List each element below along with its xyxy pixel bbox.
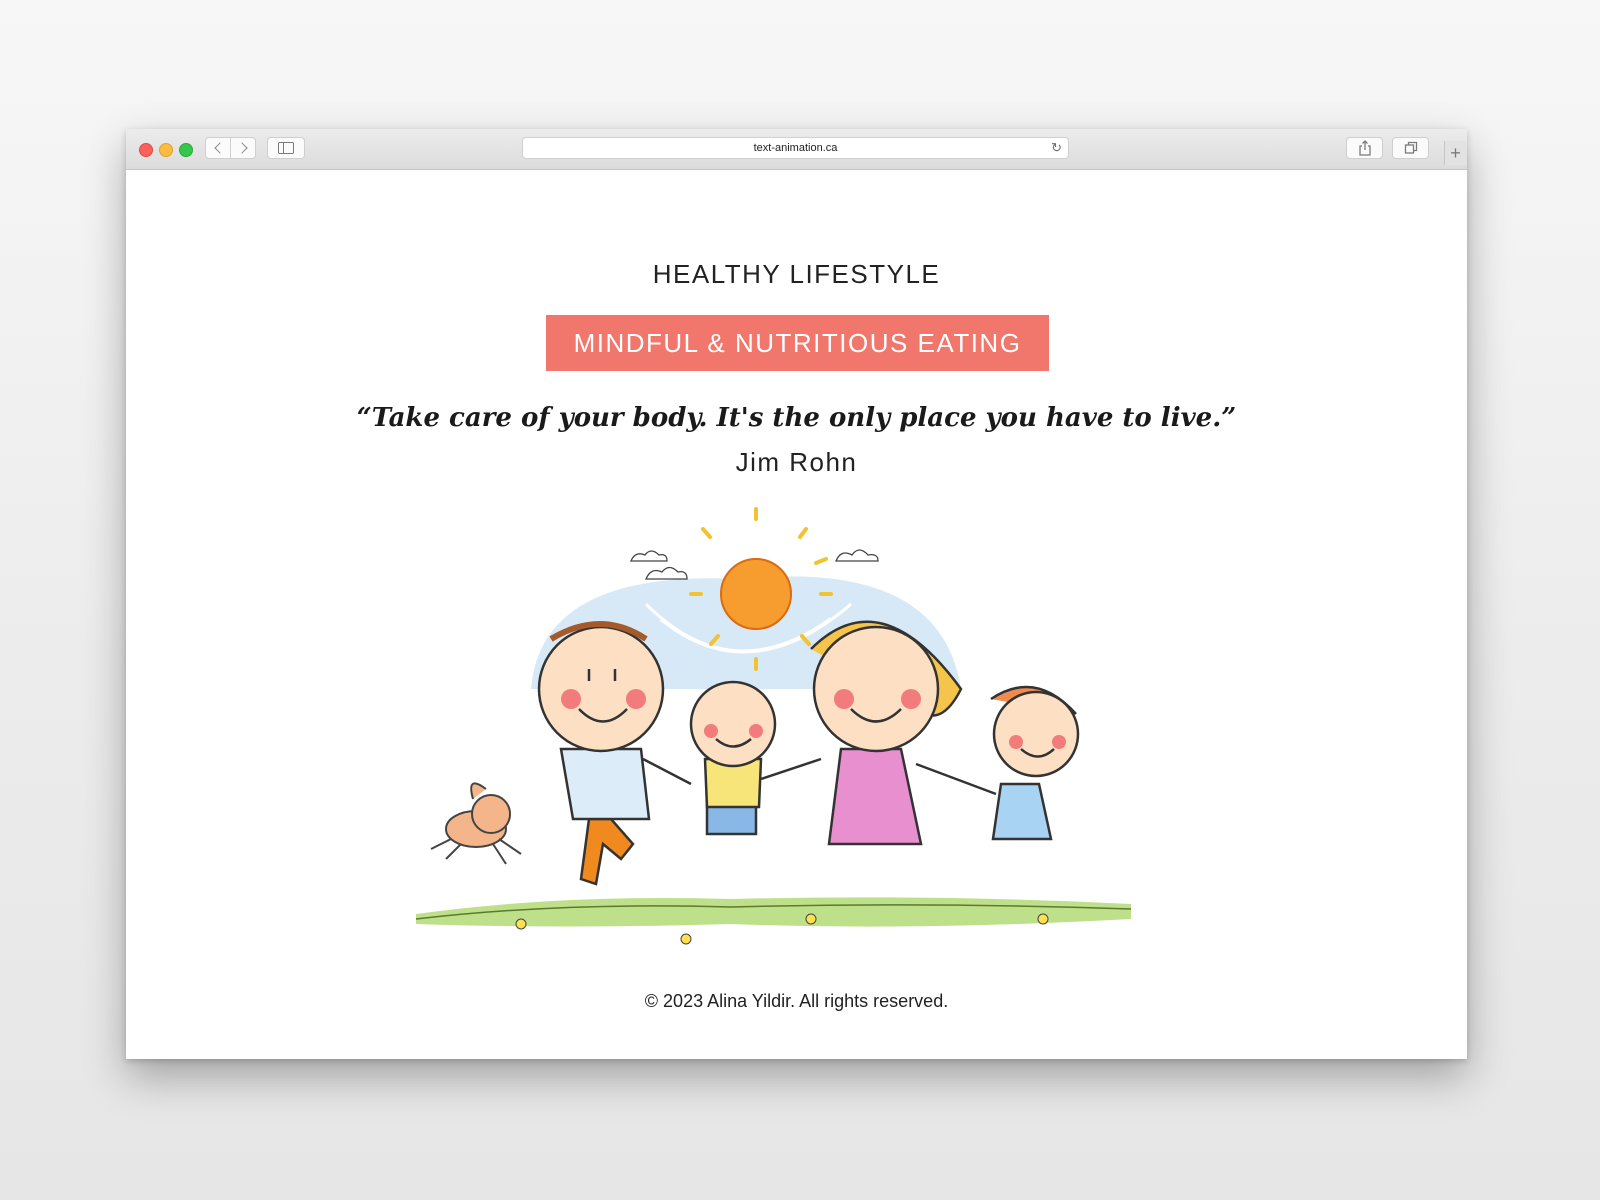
dog-icon xyxy=(430,782,522,865)
family-illustration xyxy=(415,507,1132,945)
back-button[interactable] xyxy=(205,137,231,159)
browser-window: text-animation.ca ↻ + HEALTHY LIFESTYLE … xyxy=(126,129,1467,1059)
chevron-right-icon xyxy=(235,142,248,154)
page-content: HEALTHY LIFESTYLE MINDFUL & NUTRITIOUS E… xyxy=(126,169,1467,1059)
plus-icon: + xyxy=(1450,143,1461,163)
page-eyebrow: HEALTHY LIFESTYLE xyxy=(652,259,941,289)
quote-author: Jim Rohn xyxy=(735,447,858,477)
grass-icon xyxy=(415,897,1132,945)
page-title-banner: MINDFUL & NUTRITIOUS EATING xyxy=(546,315,1049,371)
girl-figure xyxy=(990,685,1080,841)
boy-figure xyxy=(689,680,777,836)
footer-copyright: © 2023 Alina Yildir. All rights reserved… xyxy=(644,991,949,1011)
tabs-overview-button[interactable] xyxy=(1392,137,1429,159)
close-window-button[interactable] xyxy=(139,143,153,157)
sidebar-toggle-button[interactable] xyxy=(267,137,305,159)
address-bar[interactable]: text-animation.ca ↻ xyxy=(522,137,1069,159)
reload-icon[interactable]: ↻ xyxy=(1051,141,1062,155)
browser-toolbar: text-animation.ca ↻ + xyxy=(126,129,1467,170)
share-icon xyxy=(1358,140,1371,156)
quote-text: “Take care of your body. It's the only p… xyxy=(356,403,1237,433)
address-bar-text: text-animation.ca xyxy=(753,142,838,154)
dad-figure xyxy=(537,621,665,886)
new-tab-button[interactable]: + xyxy=(1444,141,1466,165)
chevron-left-icon xyxy=(213,142,226,154)
forward-button[interactable] xyxy=(230,137,256,159)
zoom-window-button[interactable] xyxy=(179,143,193,157)
minimize-window-button[interactable] xyxy=(159,143,173,157)
sidebar-icon xyxy=(278,142,294,154)
tabs-overview-icon xyxy=(1404,141,1417,154)
share-button[interactable] xyxy=(1346,137,1383,159)
